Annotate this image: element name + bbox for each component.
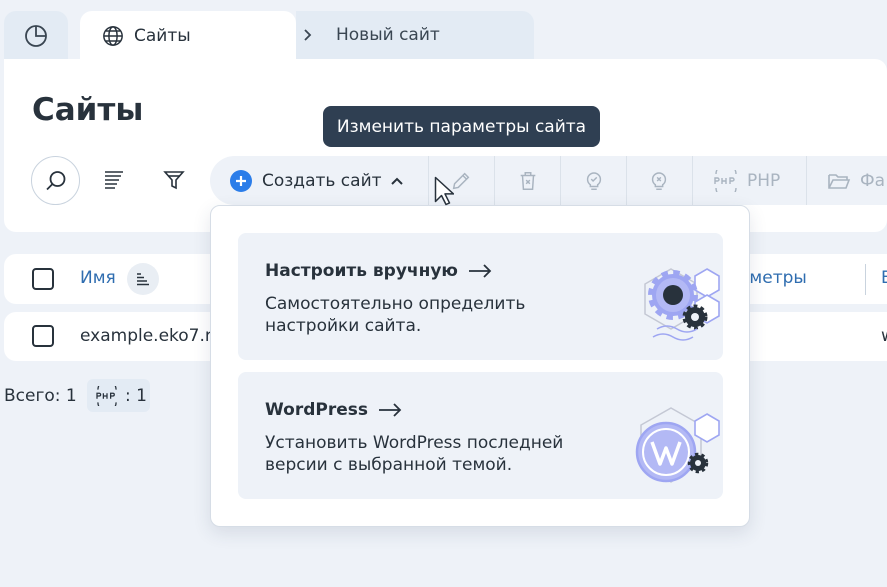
create-site-button[interactable]: Создать сайт — [230, 156, 404, 205]
toolbar-divider — [626, 156, 627, 205]
gears-illustration-icon — [623, 233, 723, 360]
create-site-label: Создать сайт — [262, 170, 382, 191]
mouse-pointer-icon — [434, 176, 454, 206]
option-title: Настроить вручную — [265, 261, 492, 281]
tab-dashboard[interactable] — [4, 11, 68, 60]
toolbar-divider — [560, 156, 561, 205]
php-icon — [94, 385, 120, 406]
globe-icon — [102, 25, 124, 47]
search-icon — [44, 169, 68, 193]
sort-icon — [135, 271, 151, 287]
pie-chart-icon — [24, 24, 48, 48]
sort-button[interactable] — [100, 166, 128, 194]
site-extra: w — [881, 326, 887, 346]
column-extra[interactable]: В — [881, 268, 887, 288]
arrow-right-icon — [468, 264, 492, 278]
column-divider — [865, 264, 866, 295]
folder-icon-wrap — [826, 168, 852, 194]
filter-button[interactable] — [160, 166, 188, 194]
name-sort-button[interactable] — [127, 263, 159, 295]
php-version-icon-wrap — [712, 168, 740, 194]
enable-button[interactable] — [581, 168, 607, 194]
folder-icon — [827, 170, 851, 192]
toolbar-divider — [428, 156, 429, 205]
chevron-up-icon — [390, 176, 404, 186]
action-toolbar: Создать сайт PHP Фа — [210, 156, 887, 205]
delete-button[interactable] — [515, 168, 541, 194]
tab-new-site[interactable]: Новый сайт — [296, 11, 534, 59]
search-button[interactable] — [31, 156, 80, 205]
option-title-text: WordPress — [265, 400, 368, 420]
toolbar-divider — [806, 156, 807, 205]
option-description: Установить WordPress последней версии с … — [265, 433, 564, 475]
arrow-right-icon — [378, 403, 402, 417]
tab-new-site-label: Новый сайт — [336, 25, 440, 45]
row-checkbox[interactable] — [32, 325, 54, 347]
column-name[interactable]: Имя — [80, 268, 116, 288]
filter-icon — [162, 168, 186, 192]
page-title: Сайты — [32, 92, 144, 128]
option-wordpress[interactable]: WordPress Установить WordPress последней… — [238, 372, 723, 499]
toolbar-divider — [494, 156, 495, 205]
tab-sites-label: Сайты — [134, 26, 191, 46]
total-count: Всего: 1 — [4, 386, 77, 406]
php-button[interactable]: PHP — [747, 156, 780, 205]
toolbar-divider — [692, 156, 693, 205]
sort-lines-icon — [102, 168, 126, 192]
trash-icon — [517, 170, 539, 192]
lightbulb-off-icon — [648, 170, 670, 192]
edit-tooltip: Изменить параметры сайта — [323, 106, 600, 147]
site-name[interactable]: example.eko7.r — [80, 326, 212, 346]
php-count: : 1 — [125, 385, 147, 406]
option-title-text: Настроить вручную — [265, 261, 458, 281]
option-description: Самостоятельно определить настройки сайт… — [265, 294, 526, 336]
plus-circle-icon — [230, 169, 252, 192]
option-manual-setup[interactable]: Настроить вручную Самостоятельно определ… — [238, 233, 723, 360]
files-button[interactable]: Фа — [860, 156, 885, 205]
lightbulb-check-icon — [583, 170, 605, 192]
option-title: WordPress — [265, 400, 402, 420]
php-icon — [712, 170, 740, 192]
chevron-right-icon — [302, 28, 314, 42]
create-site-menu: Настроить вручную Самостоятельно определ… — [210, 205, 750, 527]
php-filter-badge[interactable]: : 1 — [87, 379, 150, 412]
disable-button[interactable] — [646, 168, 672, 194]
select-all-checkbox[interactable] — [32, 268, 54, 290]
wordpress-illustration-icon — [623, 372, 723, 499]
tab-sites[interactable]: Сайты — [80, 11, 296, 61]
